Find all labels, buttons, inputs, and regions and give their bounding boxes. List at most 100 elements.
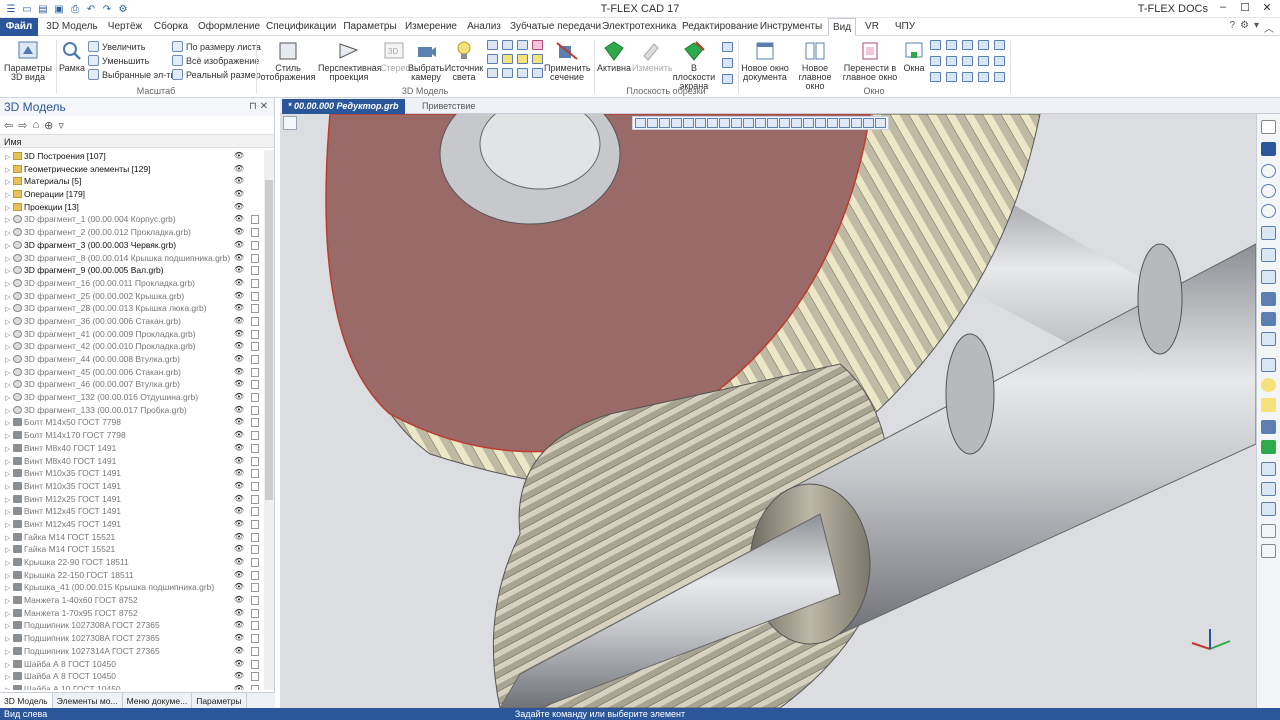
tree-scrollbar[interactable] [264,150,274,690]
clip-option1-icon[interactable] [722,42,733,52]
tab-3d-model[interactable]: 3D Модель [44,18,100,36]
tree-item[interactable]: ▷ Винт M10x35 ГОСТ 1491 👁 [0,480,264,493]
tree-item[interactable]: ▷ 3D фрагмент_36 (00.00.006 Стакан.grb) 👁 [0,315,264,328]
visibility-eye-icon[interactable]: 👁 [234,442,244,455]
measure-icon[interactable] [1261,482,1276,496]
scrollbar-thumb[interactable] [265,180,273,500]
tab-specifications[interactable]: Спецификации [266,18,336,36]
layout3-icon[interactable] [962,40,973,50]
document-icon[interactable] [251,558,259,567]
part-icon[interactable] [1261,420,1276,434]
tab-design[interactable]: Оформление [198,18,260,36]
tree-item[interactable]: ▷ Манжета 1-40x60 ГОСТ 8752 👁 [0,594,264,607]
document-icon[interactable] [251,342,259,352]
visibility-eye-icon[interactable]: 👁 [234,455,244,468]
document-icon[interactable] [251,684,259,690]
display-style-button[interactable]: Стиль отображения [258,40,318,82]
chevron-up-icon[interactable]: ︿ [1264,20,1274,35]
tree-item[interactable]: ▷ 3D фрагмент_28 (00.00.013 Крышка люка.g… [0,302,264,315]
layout8-icon[interactable] [962,56,973,66]
tab-drawing[interactable]: Чертёж [104,18,146,36]
frame-button[interactable]: Рамка [58,40,86,73]
stereo-button[interactable]: 3D Стерео [380,40,411,73]
params-3d-view-button[interactable]: Параметры 3D вида [3,40,53,82]
filter1-icon[interactable] [647,118,658,128]
tool-icon[interactable] [1261,502,1276,516]
visibility-eye-icon[interactable]: 👁 [234,252,244,265]
tree-item[interactable]: ▷ Подшипник 1027314A ГОСТ 27365 👁 [0,645,264,658]
tree-item[interactable]: ▷ 3D фрагмент_42 (00.00.010 Прокладка.grb… [0,340,264,353]
document-icon[interactable] [251,469,259,479]
snap6-icon[interactable] [779,118,790,128]
tree-item[interactable]: ▷ Винт M8x40 ГОСТ 1491 👁 [0,455,264,468]
tree-item[interactable]: ▷ Крышка 22-90 ГОСТ 18511 👁 [0,556,264,569]
tab-electrical[interactable]: Электротехника [602,18,676,36]
tree-item[interactable]: ▷ Проекции [13] 👁 [0,201,264,214]
zoom-fit-icon[interactable] [1261,184,1276,198]
layout6-icon[interactable] [930,56,941,66]
document-icon[interactable] [251,393,259,403]
document-icon[interactable] [251,456,259,466]
visibility-eye-icon[interactable]: 👁 [234,353,244,366]
document-icon[interactable] [251,316,259,326]
perspective-button[interactable]: Перспективная проекция [318,40,382,82]
clip-change-button[interactable]: Изменить [632,40,673,73]
visibility-eye-icon[interactable]: 👁 [234,658,244,671]
model-icon[interactable] [1261,358,1276,372]
visibility-eye-icon[interactable]: 👁 [234,493,244,506]
visibility-eye-icon[interactable]: 👁 [234,543,244,556]
document-icon[interactable] [251,507,259,517]
snap3-icon[interactable] [743,118,754,128]
visibility-eye-icon[interactable]: 👁 [234,213,244,226]
snap11-icon[interactable] [839,118,850,128]
tab-tools[interactable]: Инструменты [758,18,824,36]
tree-item[interactable]: ▷ 3D фрагмент_45 (00.00.006 Стакан.grb) 👁 [0,366,264,379]
snap1-icon[interactable] [719,118,730,128]
all-image-button[interactable]: Всё изображение [172,54,259,67]
visibility-eye-icon[interactable]: 👁 [234,404,244,417]
tree-item[interactable]: ▷ Болт M14x50 ГОСТ 7798 👁 [0,416,264,429]
tree-item[interactable]: ▷ Шайба А 10 ГОСТ 10450 👁 [0,683,264,690]
target-icon[interactable]: ⊕ [44,119,53,132]
screen-plane-button[interactable]: В плоскости экрана [670,40,718,91]
snap13-icon[interactable] [863,118,874,128]
visibility-eye-icon[interactable]: 👁 [234,188,244,201]
tab-cnc[interactable]: ЧПУ [890,18,920,36]
visibility-eye-icon[interactable]: 👁 [234,302,244,315]
tree-item[interactable]: ▷ Гайка M14 ГОСТ 15521 👁 [0,531,264,544]
document-icon[interactable] [251,215,259,225]
view-bottom-icon[interactable] [502,54,513,64]
tab-assembly[interactable]: Сборка [150,18,192,36]
document-icon[interactable] [251,621,259,631]
snap8-icon[interactable] [803,118,814,128]
visibility-eye-icon[interactable]: 👁 [234,264,244,277]
tab-doc-menu[interactable]: Меню докуме... [123,693,193,708]
snap14-icon[interactable] [875,118,886,128]
visibility-eye-icon[interactable]: 👁 [234,340,244,353]
visibility-eye-icon[interactable]: 👁 [234,315,244,328]
tree-item[interactable]: ▷ 3D фрагмент_3 (00.00.003 Червяк.grb) 👁 [0,239,264,252]
document-icon[interactable] [251,646,259,656]
viewport-menu-icon[interactable] [283,116,297,130]
doc-tab-reducer[interactable]: * 00.00.000 Редуктор.grb [282,99,405,114]
document-icon[interactable] [251,672,259,682]
visibility-eye-icon[interactable]: 👁 [234,467,244,480]
tree-item[interactable]: ▷ Винт M12x25 ГОСТ 1491 👁 [0,493,264,506]
document-icon[interactable] [251,266,259,276]
arrow-icon[interactable] [683,118,694,128]
snap9-icon[interactable] [815,118,826,128]
pin-close-icon[interactable]: ⊓ ✕ [249,98,268,116]
visibility-eye-icon[interactable]: 👁 [234,429,244,442]
document-icon[interactable] [251,418,259,428]
tree-item[interactable]: ▷ 3D фрагмент_1 (00.00.004 Корпус.grb) 👁 [0,213,264,226]
view-iso3-icon[interactable] [502,68,513,78]
visibility-eye-icon[interactable]: 👁 [234,290,244,303]
snap5-icon[interactable] [767,118,778,128]
visibility-eye-icon[interactable]: 👁 [234,416,244,429]
minimize-icon[interactable]: – [1214,1,1232,17]
zoom-window-icon[interactable] [1261,204,1276,218]
visibility-eye-icon[interactable]: 👁 [234,175,244,188]
document-icon[interactable] [251,481,259,491]
visibility-eye-icon[interactable]: 👁 [234,556,244,569]
text-a2-icon[interactable] [1261,544,1276,558]
